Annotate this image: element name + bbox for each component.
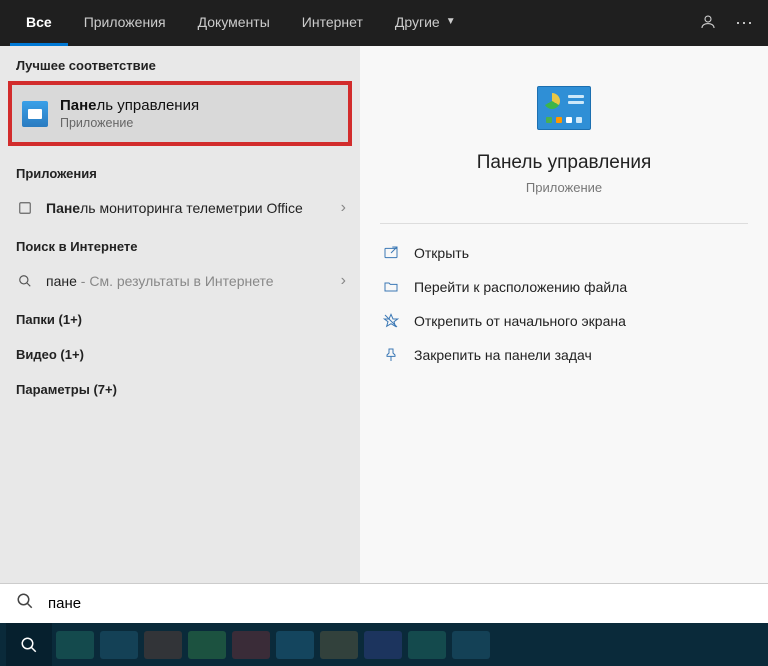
tab-other[interactable]: Другие ▼ xyxy=(379,0,472,46)
best-match-result[interactable]: Панель управления Приложение xyxy=(8,81,352,146)
tabs-right-actions: ⋯ xyxy=(699,0,768,46)
tab-apps[interactable]: Приложения xyxy=(68,0,182,46)
search-tabs-bar: Все Приложения Документы Интернет Другие… xyxy=(0,0,768,46)
app-icon xyxy=(16,199,34,217)
web-result-text: пане - См. результаты в Интернете xyxy=(46,272,274,290)
tab-documents-label: Документы xyxy=(198,14,270,30)
section-settings[interactable]: Параметры (7+) xyxy=(0,370,360,405)
section-best-match: Лучшее соответствие xyxy=(0,46,360,81)
taskbar-app[interactable] xyxy=(100,631,138,659)
taskbar-search-button[interactable] xyxy=(6,623,52,666)
search-bar xyxy=(0,583,768,623)
taskbar-app[interactable] xyxy=(276,631,314,659)
best-match-title: Панель управления xyxy=(60,97,199,114)
tab-other-label: Другие xyxy=(395,14,440,30)
tab-all-label: Все xyxy=(26,14,52,30)
action-unpin-start[interactable]: Открепить от начального экрана xyxy=(370,304,758,338)
feedback-icon[interactable] xyxy=(699,13,717,34)
action-pin-taskbar-label: Закрепить на панели задач xyxy=(414,347,592,363)
control-panel-icon xyxy=(22,101,48,127)
chevron-down-icon: ▼ xyxy=(446,16,456,27)
detail-panel: Панель управления Приложение Открыть Пер… xyxy=(360,46,768,583)
unpin-start-icon xyxy=(382,312,400,330)
chevron-right-icon: › xyxy=(341,199,346,217)
taskbar-app[interactable] xyxy=(320,631,358,659)
taskbar xyxy=(0,623,768,666)
search-content: Лучшее соответствие Панель управления Пр… xyxy=(0,46,768,583)
detail-actions: Открыть Перейти к расположению файла Отк… xyxy=(360,230,768,378)
taskbar-app[interactable] xyxy=(232,631,270,659)
action-unpin-start-label: Открепить от начального экрана xyxy=(414,313,626,329)
section-web: Поиск в Интернете xyxy=(0,227,360,262)
search-input[interactable] xyxy=(48,595,752,612)
action-open-label: Открыть xyxy=(414,245,469,261)
open-icon xyxy=(382,244,400,262)
tab-documents[interactable]: Документы xyxy=(182,0,286,46)
best-match-subtitle: Приложение xyxy=(60,116,199,130)
tab-internet[interactable]: Интернет xyxy=(286,0,379,46)
action-open[interactable]: Открыть xyxy=(370,236,758,270)
web-result[interactable]: пане - См. результаты в Интернете › xyxy=(0,262,360,300)
results-panel: Лучшее соответствие Панель управления Пр… xyxy=(0,46,360,583)
tab-internet-label: Интернет xyxy=(302,14,363,30)
chevron-right-icon: › xyxy=(341,272,346,290)
taskbar-app[interactable] xyxy=(452,631,490,659)
section-video[interactable]: Видео (1+) xyxy=(0,335,360,370)
search-icon xyxy=(16,592,34,615)
best-match-text: Панель управления Приложение xyxy=(60,97,199,130)
action-pin-taskbar[interactable]: Закрепить на панели задач xyxy=(370,338,758,372)
tab-all[interactable]: Все xyxy=(10,0,68,46)
tab-apps-label: Приложения xyxy=(84,14,166,30)
control-panel-large-icon xyxy=(537,86,591,130)
search-icon xyxy=(16,272,34,290)
taskbar-app[interactable] xyxy=(188,631,226,659)
action-open-location[interactable]: Перейти к расположению файла xyxy=(370,270,758,304)
detail-title: Панель управления xyxy=(477,152,652,174)
detail-subtitle: Приложение xyxy=(526,180,602,195)
section-folders[interactable]: Папки (1+) xyxy=(0,300,360,335)
taskbar-app[interactable] xyxy=(56,631,94,659)
section-apps: Приложения xyxy=(0,154,360,189)
folder-location-icon xyxy=(382,278,400,296)
taskbar-app[interactable] xyxy=(144,631,182,659)
divider xyxy=(380,223,747,224)
app-result-telemetry[interactable]: Панель мониторинга телеметрии Office › xyxy=(0,189,360,227)
action-open-location-label: Перейти к расположению файла xyxy=(414,279,627,295)
pin-taskbar-icon xyxy=(382,346,400,364)
taskbar-app[interactable] xyxy=(408,631,446,659)
taskbar-app[interactable] xyxy=(364,631,402,659)
app-result-text: Панель мониторинга телеметрии Office xyxy=(46,199,303,217)
more-options-icon[interactable]: ⋯ xyxy=(735,13,754,34)
